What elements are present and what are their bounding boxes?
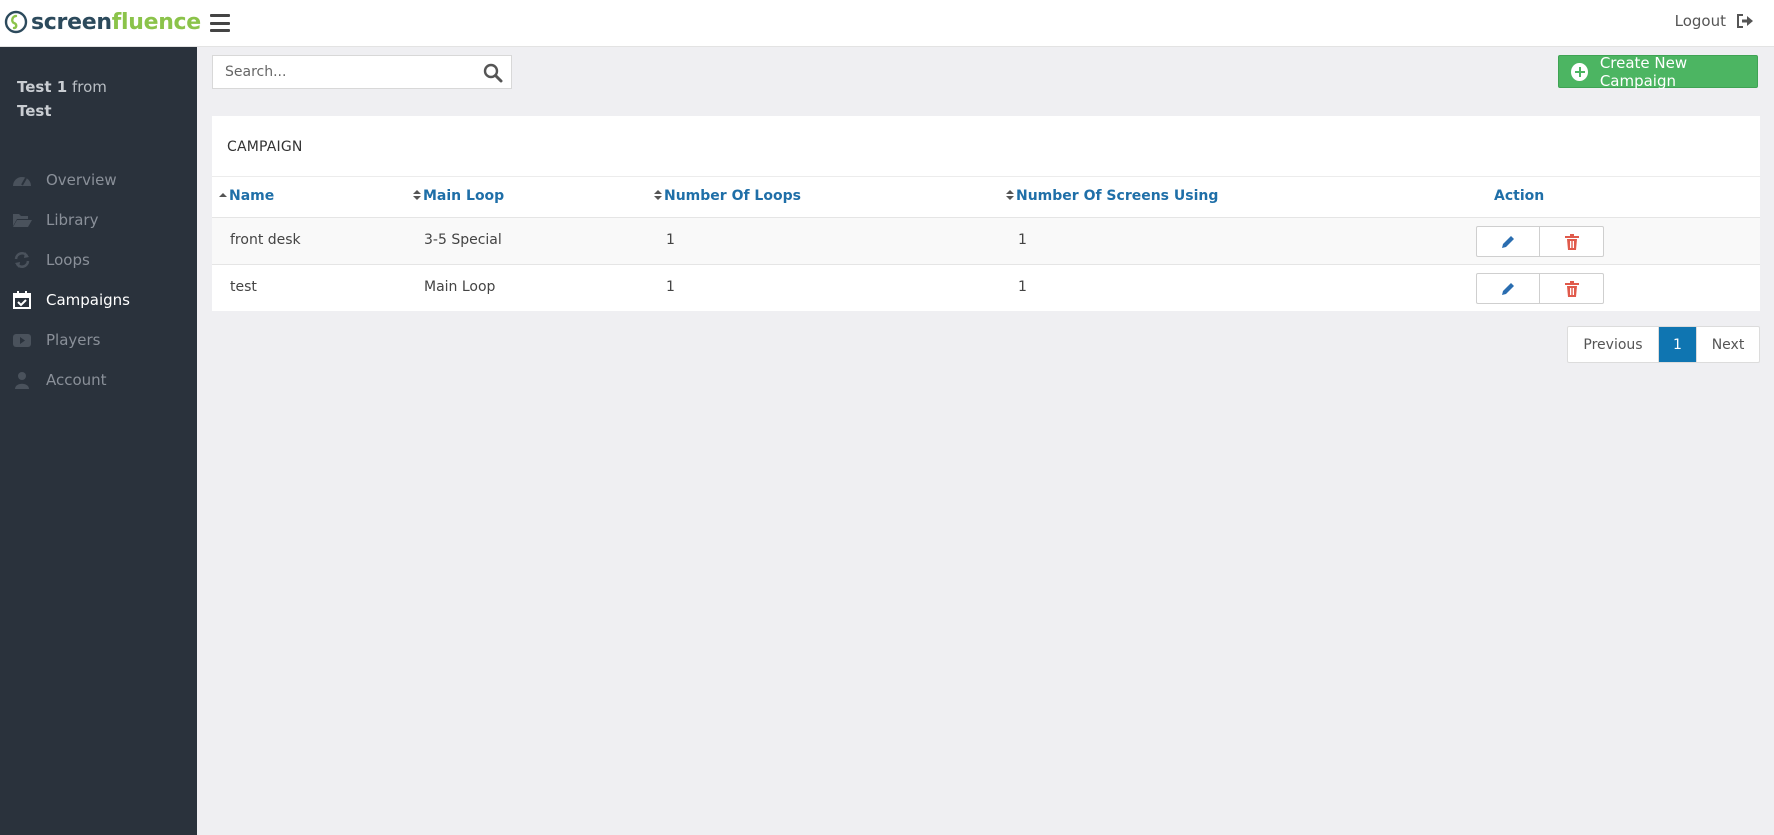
column-header-label: Number Of Screens Using — [1016, 188, 1219, 204]
play-screen-icon — [13, 334, 31, 347]
row-actions — [1476, 273, 1604, 304]
column-header-number-of-screens[interactable]: Number Of Screens Using — [1006, 188, 1218, 204]
column-header-action: Action — [1494, 188, 1545, 204]
sidebar-item-label: Library — [46, 211, 99, 229]
sidebar-item-library[interactable]: Library — [0, 200, 197, 240]
edit-button[interactable] — [1477, 227, 1541, 256]
dashboard-icon — [13, 177, 31, 186]
sidebar-item-players[interactable]: Players — [0, 320, 197, 360]
cell-loops: 1 — [666, 232, 675, 248]
cell-loops: 1 — [666, 279, 675, 295]
cell-name: front desk — [230, 232, 301, 248]
plus-circle-icon — [1571, 62, 1588, 81]
cell-screens: 1 — [1018, 232, 1027, 248]
row-actions — [1476, 226, 1604, 257]
search-box — [212, 55, 512, 89]
pencil-icon — [1502, 282, 1514, 295]
sidebar-item-account[interactable]: Account — [0, 360, 197, 400]
sidebar-item-overview[interactable]: Overview — [0, 160, 197, 200]
table-row: test Main Loop 1 1 — [212, 264, 1760, 311]
next-page-button[interactable]: Next — [1696, 327, 1759, 362]
logout-button[interactable]: Logout — [1675, 12, 1754, 30]
delete-button[interactable] — [1540, 227, 1603, 256]
folder-open-icon — [13, 214, 32, 227]
campaign-panel: CAMPAIGN Name Main Loop Number Of Loops … — [212, 116, 1760, 311]
table-row: front desk 3-5 Special 1 1 — [212, 217, 1760, 264]
brand-logo[interactable]: screenfluence — [4, 9, 201, 35]
user-info: Test 1 from Test — [17, 75, 187, 123]
delete-button[interactable] — [1540, 274, 1603, 303]
column-header-label: Main Loop — [423, 188, 505, 204]
divider — [212, 176, 1760, 177]
column-header-label: Name — [229, 188, 275, 204]
pencil-icon — [1502, 235, 1514, 248]
sidebar-item-label: Players — [46, 331, 101, 349]
sort-icon — [1006, 190, 1014, 202]
user-icon — [15, 372, 29, 389]
sort-asc-icon — [219, 190, 227, 202]
menu-toggle-icon[interactable] — [210, 14, 230, 32]
calendar-check-icon — [13, 291, 31, 309]
sort-icon — [413, 190, 421, 202]
column-header-label: Number Of Loops — [664, 188, 801, 204]
logout-label: Logout — [1674, 12, 1726, 30]
page-number-button[interactable]: 1 — [1659, 327, 1696, 362]
search-icon[interactable] — [483, 63, 503, 83]
column-header-name[interactable]: Name — [219, 188, 274, 204]
edit-button[interactable] — [1477, 274, 1541, 303]
sort-icon — [654, 190, 662, 202]
refresh-icon — [14, 252, 30, 268]
user-org: Test — [17, 102, 52, 120]
column-header-number-of-loops[interactable]: Number Of Loops — [654, 188, 801, 204]
cell-main-loop: 3-5 Special — [424, 232, 502, 248]
cell-name: test — [230, 279, 257, 295]
sign-out-icon — [1737, 14, 1753, 28]
previous-page-button[interactable]: Previous — [1568, 327, 1659, 362]
sidebar-item-campaigns[interactable]: Campaigns — [0, 280, 197, 320]
logo-mark-icon — [4, 10, 28, 34]
brand-name: screenfluence — [31, 9, 201, 35]
create-campaign-label: Create New Campaign — [1599, 53, 1688, 90]
sidebar-item-label: Loops — [46, 251, 90, 269]
cell-main-loop: Main Loop — [424, 279, 496, 295]
sidebar-item-label: Account — [46, 371, 107, 389]
user-from: from — [71, 78, 107, 96]
trash-icon — [1564, 233, 1579, 250]
user-name: Test 1 — [17, 78, 68, 96]
create-campaign-button[interactable]: Create New Campaign — [1558, 53, 1758, 90]
top-bar: screenfluence Logout — [0, 0, 1774, 47]
pagination: Previous 1 Next — [1567, 326, 1760, 363]
sidebar-item-label: Overview — [46, 171, 117, 189]
cell-screens: 1 — [1018, 279, 1027, 295]
sidebar-item-loops[interactable]: Loops — [0, 240, 197, 280]
search-input[interactable] — [213, 56, 473, 88]
sidebar-item-label: Campaigns — [46, 291, 131, 309]
trash-icon — [1564, 280, 1579, 297]
sidebar: Test 1 from Test Overview Library Loops — [0, 47, 197, 835]
panel-title: CAMPAIGN — [227, 139, 303, 155]
column-header-main-loop[interactable]: Main Loop — [413, 188, 504, 204]
